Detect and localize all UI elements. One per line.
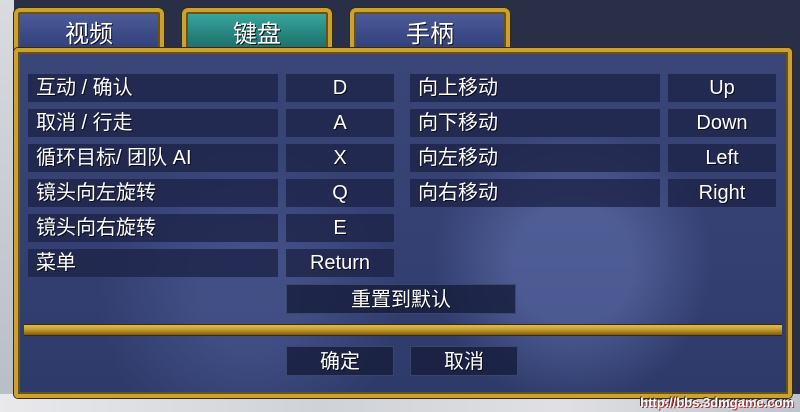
site-watermark: http://bbs.3dmgame.com [640,395,794,410]
binding-key-button[interactable]: A [286,109,394,137]
reset-defaults-button[interactable]: 重置到默认 [286,284,516,314]
tab-keyboard[interactable]: 键盘 [182,8,332,50]
binding-key-button[interactable]: Up [668,74,776,102]
binding-action-label: 向右移动 [410,179,660,207]
desktop-background [0,0,14,412]
tab-video[interactable]: 视频 [14,8,164,50]
binding-key-button[interactable]: Down [668,109,776,137]
binding-key-button[interactable]: Q [286,179,394,207]
binding-action-label: 循环目标/ 团队 AI [28,144,278,172]
keybinding-panel: 互动 / 确认 D 取消 / 行走 A 循环目标/ 团队 AI X 镜头向左旋转… [14,48,792,398]
confirm-button[interactable]: 确定 [286,346,394,376]
panel-divider [24,324,782,336]
binding-action-label: 取消 / 行走 [28,109,278,137]
binding-action-label: 向左移动 [410,144,660,172]
binding-action-label: 向上移动 [410,74,660,102]
binding-action-label: 互动 / 确认 [28,74,278,102]
binding-action-label: 向下移动 [410,109,660,137]
binding-action-label: 镜头向右旋转 [28,214,278,242]
cancel-button[interactable]: 取消 [410,346,518,376]
binding-action-label: 菜单 [28,249,278,277]
binding-key-button[interactable]: X [286,144,394,172]
binding-key-button[interactable]: E [286,214,394,242]
binding-key-button[interactable]: Return [286,249,394,277]
binding-key-button[interactable]: D [286,74,394,102]
binding-action-label: 镜头向左旋转 [28,179,278,207]
tab-gamepad[interactable]: 手柄 [350,8,510,50]
binding-key-button[interactable]: Left [668,144,776,172]
binding-key-button[interactable]: Right [668,179,776,207]
